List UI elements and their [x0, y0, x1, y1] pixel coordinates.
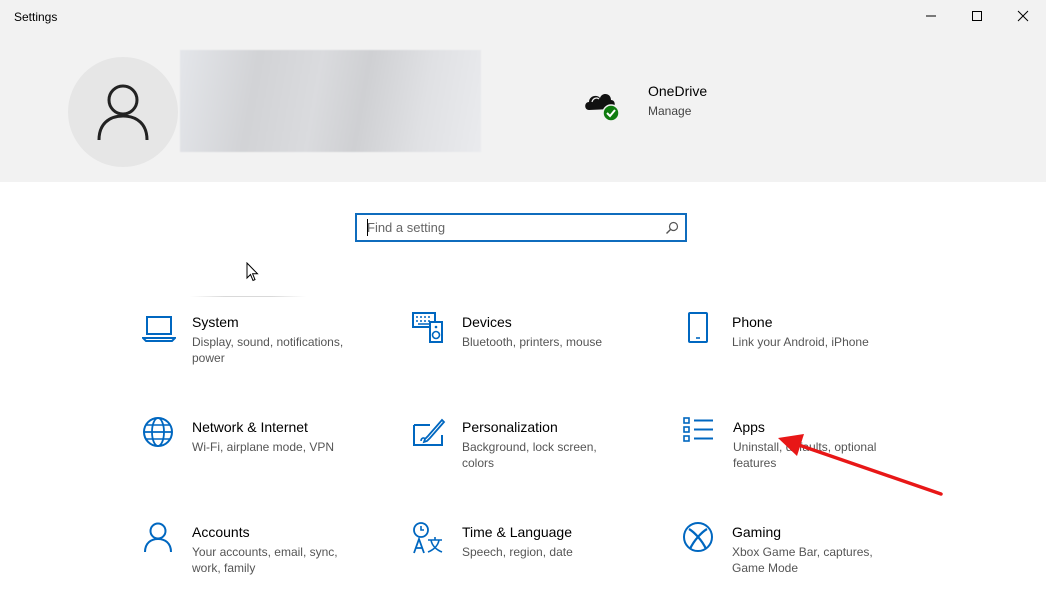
tile-personalization[interactable]: Personalization Background, lock screen,…: [412, 417, 642, 497]
tile-title: Apps: [733, 419, 765, 435]
tile-time-language[interactable]: Time & Language Speech, region, date: [412, 522, 642, 602]
laptop-icon: [142, 316, 176, 342]
text-caret: [367, 219, 368, 236]
time-language-icon: [413, 522, 443, 554]
tile-gaming[interactable]: Gaming Xbox Game Bar, captures, Game Mod…: [682, 522, 912, 602]
search-input[interactable]: [357, 215, 667, 240]
maximize-icon: [972, 11, 982, 21]
tile-title: Personalization: [462, 419, 558, 435]
tile-description: Your accounts, email, sync, work, family: [192, 545, 338, 575]
title-bar: Settings: [0, 0, 1046, 34]
search-box[interactable]: [355, 213, 687, 242]
tile-title: System: [192, 314, 239, 330]
tile-title: Network & Internet: [192, 419, 308, 435]
minimize-icon: [926, 15, 936, 17]
tile-description: Link your Android, iPhone: [732, 335, 869, 349]
tile-description: Uninstall, defaults, optional features: [733, 440, 877, 470]
tile-title: Time & Language: [462, 524, 572, 540]
keyboard-speaker-icon: [412, 312, 443, 343]
tile-description: Xbox Game Bar, captures, Game Mode: [732, 545, 873, 575]
window-title: Settings: [14, 10, 58, 24]
account-name-redacted: [180, 50, 481, 152]
tile-devices[interactable]: Devices Bluetooth, printers, mouse: [412, 312, 642, 392]
tile-description: Bluetooth, printers, mouse: [462, 335, 603, 349]
onedrive-title[interactable]: OneDrive: [648, 83, 707, 99]
person-icon: [144, 522, 172, 553]
tile-system[interactable]: System Display, sound, notifications, po…: [142, 312, 372, 392]
tile-network-internet[interactable]: Network & Internet Wi-Fi, airplane mode,…: [142, 417, 372, 497]
phone-icon: [688, 312, 708, 343]
maximize-button[interactable]: [954, 0, 1000, 32]
tile-phone[interactable]: Phone Link your Android, iPhone: [682, 312, 912, 392]
account-header: OneDrive Manage: [0, 34, 1046, 182]
paint-brush-icon: [413, 418, 446, 446]
onedrive-manage-link[interactable]: Manage: [648, 104, 691, 118]
tile-title: Devices: [462, 314, 512, 330]
apps-list-icon: [683, 417, 713, 442]
tile-description: Background, lock screen, colors: [462, 440, 597, 470]
tile-title: Phone: [732, 314, 773, 330]
tile-title: Accounts: [192, 524, 250, 540]
tile-description: Wi-Fi, airplane mode, VPN: [192, 440, 335, 454]
divider: [190, 296, 306, 297]
mouse-pointer-icon: [246, 262, 259, 282]
xbox-icon: [683, 522, 713, 552]
close-icon: [1017, 10, 1029, 22]
tile-title: Gaming: [732, 524, 782, 540]
avatar[interactable]: [68, 57, 178, 167]
person-icon: [97, 84, 149, 141]
tile-description: Speech, region, date: [462, 545, 573, 559]
tile-accounts[interactable]: Accounts Your accounts, email, sync, wor…: [142, 522, 372, 602]
globe-icon: [143, 417, 173, 447]
onedrive-cloud-check-icon[interactable]: [583, 88, 621, 127]
minimize-button[interactable]: [908, 0, 954, 32]
close-button[interactable]: [1000, 0, 1046, 32]
tile-apps[interactable]: Apps Uninstall, defaults, optional featu…: [683, 417, 913, 497]
search-icon[interactable]: [665, 221, 679, 235]
tile-description: Display, sound, notifications, power: [192, 335, 344, 365]
